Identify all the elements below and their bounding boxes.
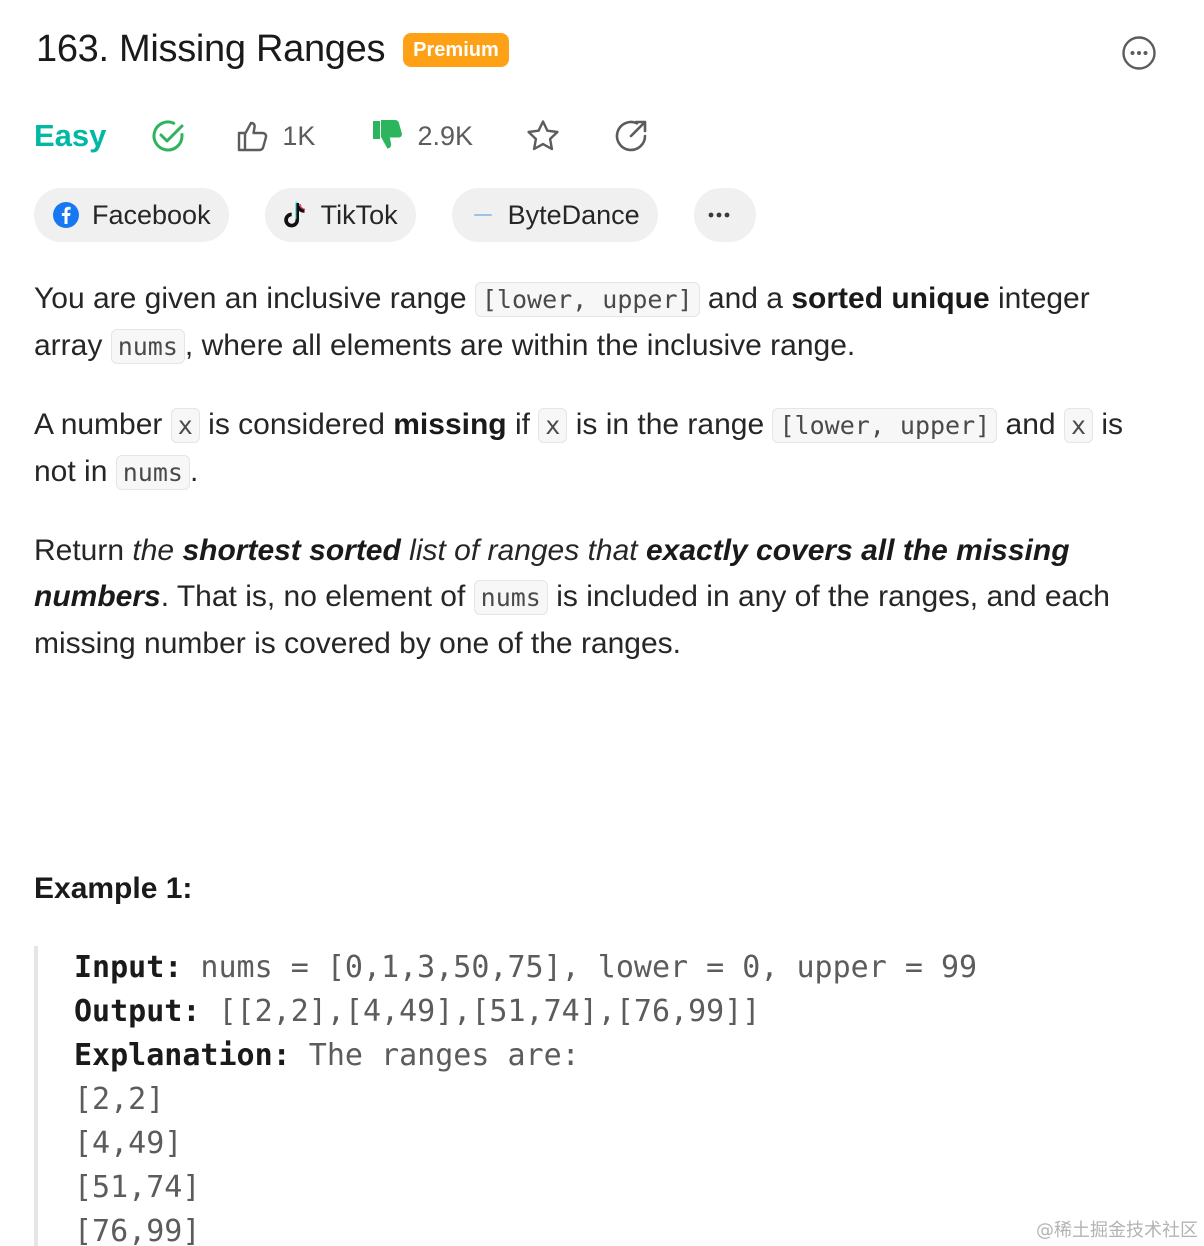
dislike-count: 2.9K (417, 120, 473, 151)
like-count: 1K (282, 120, 316, 151)
favorite-star-icon[interactable] (525, 118, 561, 154)
inline-code: x (1063, 408, 1093, 443)
solved-check-icon (150, 118, 186, 154)
text: You are given an inclusive range (34, 282, 475, 315)
inline-code: nums (115, 455, 190, 490)
italic-text: the (132, 534, 183, 567)
range-line: [76,99] (74, 1214, 201, 1246)
explanation-label: Explanation: (74, 1038, 291, 1073)
inline-code: nums (473, 580, 548, 615)
range-line: [51,74] (74, 1170, 201, 1205)
inline-code: [lower, upper] (772, 408, 998, 443)
company-name: Facebook (92, 199, 211, 230)
thumbs-up-icon (238, 121, 268, 152)
company-tag-bytedance[interactable]: ByteDance (451, 188, 658, 242)
company-tag-facebook[interactable]: Facebook (34, 188, 229, 242)
inline-code: nums (110, 329, 185, 364)
inline-code: x (170, 408, 200, 443)
italic-text: list of ranges that (400, 534, 646, 567)
description-paragraph-1: You are given an inclusive range [lower,… (34, 276, 1164, 370)
text: Return (34, 534, 133, 567)
example-explanation-line: Explanation: The ranges are: (74, 1034, 1134, 1078)
difficulty-label: Easy (34, 118, 107, 153)
like-button[interactable]: 1K (236, 119, 315, 153)
company-name: ByteDance (507, 199, 640, 230)
range-line: [2,2] (74, 1082, 165, 1117)
output-value: [[2,2],[4,49],[51,74],[76,99]] (200, 994, 761, 1029)
output-label: Output: (74, 994, 201, 1029)
problem-description: You are given an inclusive range [lower,… (34, 276, 1164, 699)
problem-title: 163. Missing Ranges (36, 28, 386, 70)
tiktok-icon (283, 201, 305, 228)
range-line: [4,49] (74, 1126, 183, 1161)
example-title: Example 1: (34, 872, 193, 905)
text: A number (34, 408, 171, 441)
inline-code: [lower, upper] (474, 282, 700, 317)
example-input-line: Input: nums = [0,1,3,50,75], lower = 0, … (74, 946, 1134, 990)
share-icon[interactable] (613, 118, 649, 154)
bytedance-icon (473, 214, 492, 216)
text: and a (699, 282, 792, 315)
bold-italic-text: shortest sorted (182, 534, 401, 567)
meta-row: Easy 1K 2.9K (34, 112, 649, 160)
text: is considered (199, 408, 394, 441)
example-output-line: Output: [[2,2],[4,49],[51,74],[76,99]] (74, 990, 1134, 1034)
example-code-block: Input: nums = [0,1,3,50,75], lower = 0, … (34, 946, 1134, 1246)
dislike-button[interactable]: 2.9K (371, 117, 473, 155)
company-name: TikTok (320, 199, 398, 230)
facebook-icon (53, 202, 79, 228)
company-tags: Facebook TikTok ByteDance (34, 188, 792, 242)
text: is in the range (567, 408, 773, 441)
description-paragraph-2: A number x is considered missing if x is… (34, 402, 1164, 496)
bold-text: missing (393, 408, 507, 441)
more-options-icon[interactable] (1121, 35, 1157, 71)
input-value: nums = [0,1,3,50,75], lower = 0, upper =… (182, 950, 978, 985)
ellipsis-icon (708, 212, 730, 218)
text: . That is, no element of (160, 580, 474, 613)
description-paragraph-3: Return the shortest sorted list of range… (34, 528, 1164, 667)
title-row: 163. Missing Ranges Premium (36, 28, 509, 71)
bold-text: sorted unique (791, 282, 990, 315)
company-tag-tiktok[interactable]: TikTok (264, 188, 416, 242)
text: if (506, 408, 539, 441)
watermark: @稀土掘金技术社区 (1036, 1220, 1198, 1241)
input-label: Input: (74, 950, 183, 985)
explanation-value: The ranges are: (290, 1038, 580, 1073)
text: , where all elements are within the incl… (184, 329, 856, 362)
more-companies-button[interactable] (693, 188, 756, 242)
thumbs-down-icon (373, 120, 403, 149)
text: . (189, 455, 199, 488)
inline-code: x (538, 408, 568, 443)
text: and (997, 408, 1064, 441)
premium-badge[interactable]: Premium (403, 32, 509, 67)
